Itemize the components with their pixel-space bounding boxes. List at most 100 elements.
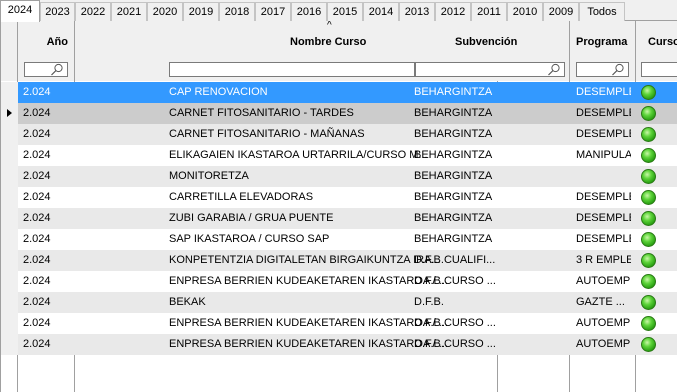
- courses-grid: Año ^ Nombre Curso Subvención Programa C…: [0, 21, 677, 392]
- column-header-nombre[interactable]: ^ Nombre Curso: [75, 21, 419, 81]
- grid-header: Año ^ Nombre Curso Subvención Programa C…: [1, 21, 677, 81]
- tab-2020[interactable]: 2020: [147, 2, 183, 21]
- row-indicator[interactable]: [1, 271, 18, 292]
- table-row[interactable]: 2.024 CARRETILLA ELEVADORAS BEHARGINTZA DES…: [18, 187, 677, 208]
- cell-programa: [576, 166, 631, 187]
- table-row[interactable]: 2.024 SAP IKASTAROA / CURSO SAP BEHARGINTZ…: [18, 229, 677, 250]
- cell-anio: 2.024: [23, 233, 51, 245]
- cell-programa: AUTOEMPLE...: [576, 317, 631, 329]
- tab-todos[interactable]: Todos: [579, 2, 625, 21]
- status-active-icon: [641, 190, 656, 205]
- status-active-icon: [641, 274, 656, 289]
- current-row-arrow-icon: [7, 109, 12, 117]
- cell-anio: 2.024: [23, 86, 51, 98]
- table-row[interactable]: 2.024 CARNET FITOSANITARIO - MAÑANAS BEHAR…: [18, 124, 677, 145]
- column-header-subvencion[interactable]: Subvención: [414, 21, 569, 81]
- row-indicator[interactable]: [1, 82, 18, 103]
- cell-anio: 2.024: [23, 254, 51, 266]
- row-indicator[interactable]: [1, 124, 18, 145]
- cell-subvencion: D.F.B.: [414, 296, 444, 308]
- cell-subvencion: BEHARGINTZA: [414, 107, 493, 119]
- tab-2012[interactable]: 2012: [435, 2, 471, 21]
- cell-subvencion: BEHARGINTZA: [414, 149, 493, 161]
- column-label-anio: Año: [46, 36, 68, 48]
- tab-2023[interactable]: 2023: [40, 2, 75, 21]
- table-row[interactable]: 2.024 BEKAK D.F.B. GAZTE ...: [18, 292, 677, 313]
- cell-anio: 2.024: [23, 212, 51, 224]
- tab-2015[interactable]: 2015: [327, 2, 363, 21]
- row-indicator[interactable]: [1, 145, 18, 166]
- cell-programa: DESEMPLEA...: [576, 107, 631, 119]
- table-row[interactable]: 2.024 ZUBI GARABIA / GRUA PUENTE BEHARGINT…: [18, 208, 677, 229]
- status-active-icon: [641, 106, 656, 121]
- filter-subvencion[interactable]: [415, 62, 565, 77]
- tab-2011[interactable]: 2011: [471, 2, 507, 21]
- tab-2022[interactable]: 2022: [75, 2, 111, 21]
- cell-subvencion: D.F.B.CURSO ...: [414, 317, 496, 329]
- table-row[interactable]: 2.024 KONPETENTZIA DIGITALETAN BIRGAIKUNT…: [18, 250, 677, 271]
- cell-anio: 2.024: [23, 149, 51, 161]
- cell-subvencion: BEHARGINTZA: [414, 128, 493, 140]
- cell-subvencion: BEHARGINTZA: [414, 191, 493, 203]
- row-indicator[interactable]: [1, 208, 18, 229]
- column-label-nombre: Nombre Curso: [290, 36, 367, 48]
- filter-curso[interactable]: [641, 62, 677, 77]
- table-row[interactable]: 2.024 ELIKAGAIEN IKASTAROA URTARRILA/CURS…: [18, 145, 677, 166]
- row-indicator[interactable]: [1, 103, 18, 124]
- filter-programa[interactable]: [576, 62, 629, 77]
- year-tabs: 2024 2023 2022 2021 2020 2019 2018 2017 2016 2015…: [0, 0, 677, 22]
- table-row[interactable]: 2.024 ENPRESA BERRIEN KUDEAKETAREN IKASTA…: [18, 271, 677, 292]
- filter-nombre[interactable]: [169, 62, 415, 77]
- tab-2016[interactable]: 2016: [291, 2, 327, 21]
- status-active-icon: [641, 85, 656, 100]
- table-row[interactable]: 2.024 ENPRESA BERRIEN KUDEAKETAREN IKASTA…: [18, 334, 677, 355]
- column-label-programa: Programa: [576, 36, 628, 48]
- tab-2013[interactable]: 2013: [399, 2, 435, 21]
- tab-2021[interactable]: 2021: [111, 2, 147, 21]
- cell-programa: DESEMPLEA...: [576, 128, 631, 140]
- cell-anio: 2.024: [23, 275, 51, 287]
- tab-2009[interactable]: 2009: [543, 2, 579, 21]
- status-active-icon: [641, 232, 656, 247]
- cell-programa: 3 R EMPLE...: [576, 254, 631, 266]
- cell-programa: GAZTE ...: [576, 296, 625, 308]
- cell-subvencion: BEHARGINTZA: [414, 212, 493, 224]
- sort-ascending-icon: ^: [327, 21, 332, 31]
- cell-subvencion: BEHARGINTZA: [414, 170, 493, 182]
- status-active-icon: [641, 127, 656, 142]
- cell-programa: DESEMPLEA...: [576, 233, 631, 245]
- tab-2014[interactable]: 2014: [363, 2, 399, 21]
- cell-subvencion: BEHARGINTZA: [414, 86, 493, 98]
- cell-programa: DESEMPLEA...: [576, 86, 631, 98]
- row-indicator[interactable]: [1, 166, 18, 187]
- column-header-programa[interactable]: Programa: [570, 21, 635, 81]
- tab-2017[interactable]: 2017: [255, 2, 291, 21]
- row-indicator[interactable]: [1, 334, 18, 355]
- status-active-icon: [641, 253, 656, 268]
- table-row[interactable]: 2.024 CARNET FITOSANITARIO - TARDES BEHARG…: [18, 103, 677, 124]
- table-row[interactable]: 2.024CAP RENOVACIONBEHARGINTZADESEMPLEA.…: [18, 82, 677, 103]
- row-indicator[interactable]: [1, 187, 18, 208]
- cell-anio: 2.024: [23, 128, 51, 140]
- filter-anio[interactable]: [24, 62, 68, 77]
- cell-programa: DESEMPLEA...: [576, 191, 631, 203]
- table-row[interactable]: 2.024 ENPRESA BERRIEN KUDEAKETAREN IKASTA…: [18, 313, 677, 334]
- tab-2010[interactable]: 2010: [507, 2, 543, 21]
- row-indicator[interactable]: [1, 250, 18, 271]
- column-header-anio[interactable]: Año: [18, 21, 74, 81]
- cell-subvencion: D.F.B.CURSO ...: [414, 275, 496, 287]
- tab-2019[interactable]: 2019: [183, 2, 219, 21]
- cell-subvencion: BEHARGINTZA: [414, 233, 493, 245]
- search-icon: [612, 63, 624, 76]
- column-header-curso[interactable]: Curso: [636, 21, 677, 81]
- status-active-icon: [641, 211, 656, 226]
- status-active-icon: [641, 316, 656, 331]
- row-indicator[interactable]: [1, 313, 18, 334]
- tab-2018[interactable]: 2018: [219, 2, 255, 21]
- column-label-subvencion: Subvención: [455, 36, 518, 48]
- row-indicator[interactable]: [1, 292, 18, 313]
- row-indicator[interactable]: [1, 229, 18, 250]
- table-row[interactable]: 2.024 MONITORETZA BEHARGINTZA: [18, 166, 677, 187]
- cell-anio: 2.024: [23, 170, 51, 182]
- tab-2024[interactable]: 2024: [0, 0, 40, 22]
